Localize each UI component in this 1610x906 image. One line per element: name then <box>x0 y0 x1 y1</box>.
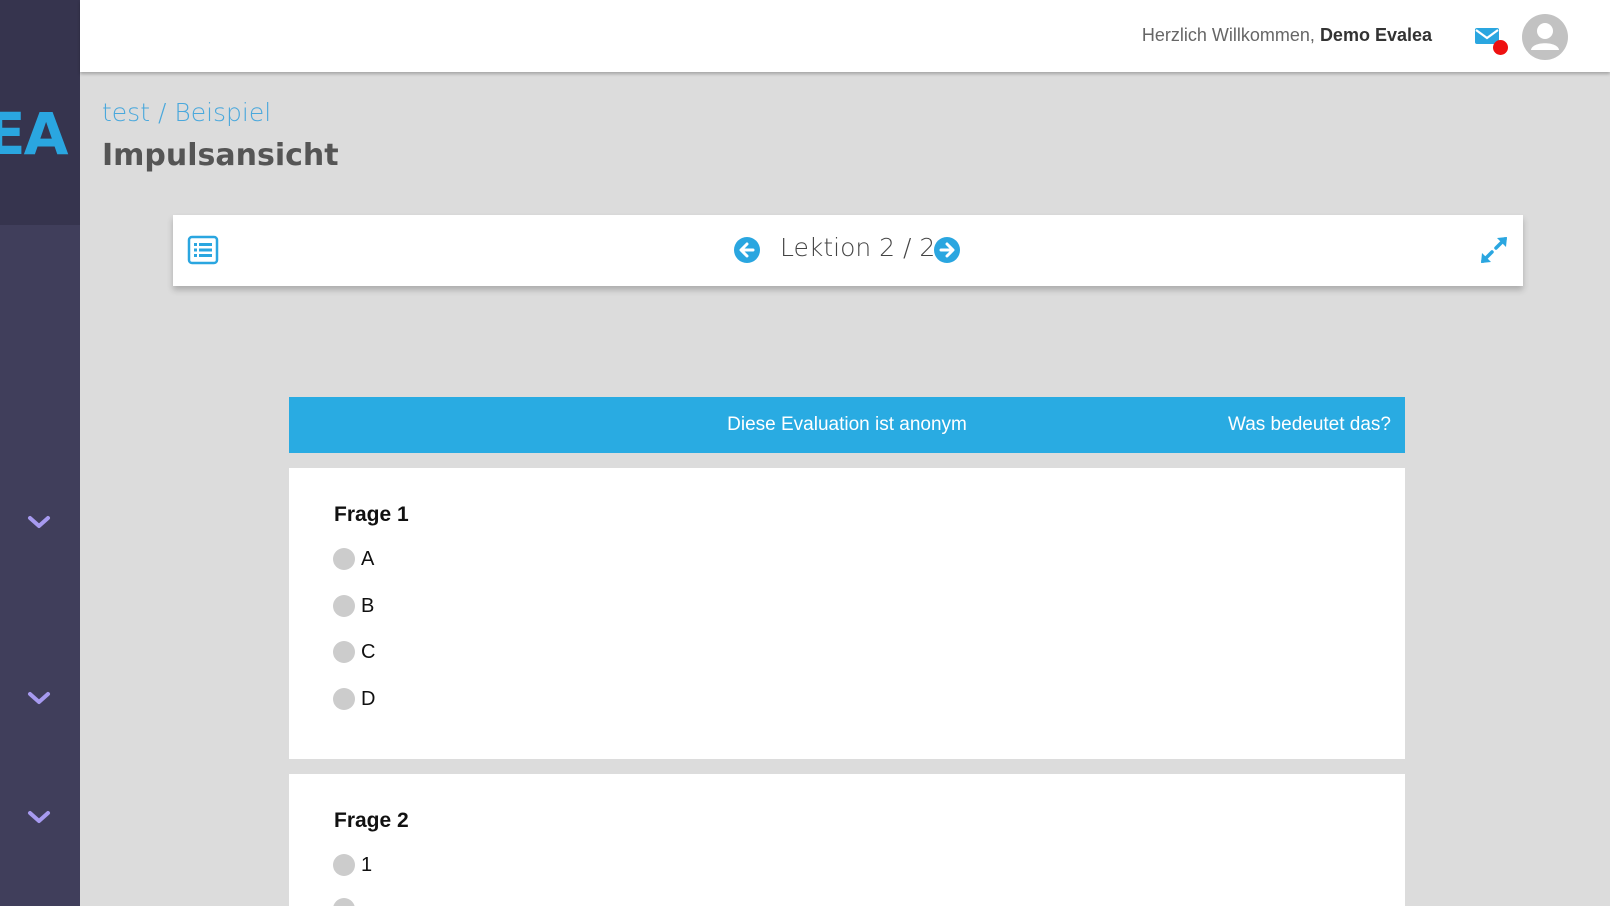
option-label: A <box>361 547 375 570</box>
option-label: C <box>361 640 376 663</box>
anonymous-banner: Diese Evaluation ist anonym Was bedeutet… <box>289 397 1405 453</box>
sidebar-logo-area: EA <box>0 0 80 225</box>
answer-option[interactable]: C <box>333 639 375 665</box>
logo: EA <box>0 100 69 168</box>
radio-button[interactable] <box>333 688 355 710</box>
radio-button[interactable] <box>333 854 355 876</box>
option-label: 1 <box>361 853 373 876</box>
next-lesson-arrow-icon[interactable] <box>934 237 960 263</box>
notification-dot <box>1493 40 1508 55</box>
sidebar-expand-chevron-icon[interactable] <box>26 512 52 532</box>
answer-option[interactable]: B <box>333 593 374 619</box>
answer-option[interactable]: 1 <box>333 852 372 878</box>
previous-lesson-arrow-icon[interactable] <box>734 237 760 263</box>
lesson-counter: Lektion 2 / 2 <box>780 233 936 262</box>
answer-option[interactable]: A <box>333 546 374 572</box>
option-label: B <box>361 594 375 617</box>
radio-button[interactable] <box>333 595 355 617</box>
list-icon[interactable] <box>187 235 219 265</box>
breadcrumb[interactable]: test / Beispiel <box>102 98 271 127</box>
answer-option[interactable] <box>333 896 361 906</box>
answer-option[interactable]: D <box>333 686 375 712</box>
sidebar-expand-chevron-icon[interactable] <box>26 688 52 708</box>
radio-button[interactable] <box>333 548 355 570</box>
user-name: Demo Evalea <box>1319 25 1432 45</box>
welcome-prefix: Herzlich Willkommen, <box>1141 25 1315 45</box>
radio-button[interactable] <box>333 641 355 663</box>
top-bar: Herzlich Willkommen, Demo Evalea <box>80 0 1610 72</box>
question-title: Frage 1 <box>334 503 409 526</box>
question-title: Frage 2 <box>334 809 409 832</box>
question-card: Frage 1 A B C D <box>289 468 1405 759</box>
lesson-nav-bar: Lektion 2 / 2 <box>173 215 1523 286</box>
radio-button[interactable] <box>333 898 355 906</box>
option-label: D <box>361 687 376 710</box>
page-title: Impulsansicht <box>102 138 339 173</box>
question-card: Frage 2 1 <box>289 774 1405 906</box>
sidebar-expand-chevron-icon[interactable] <box>26 807 52 827</box>
avatar[interactable] <box>1522 14 1568 60</box>
anonymous-info-link[interactable]: Was bedeutet das? <box>1228 414 1391 436</box>
fullscreen-expand-icon[interactable] <box>1479 235 1509 265</box>
welcome-message: Herzlich Willkommen, Demo Evalea <box>1142 25 1432 46</box>
sidebar: EA <box>0 0 80 906</box>
